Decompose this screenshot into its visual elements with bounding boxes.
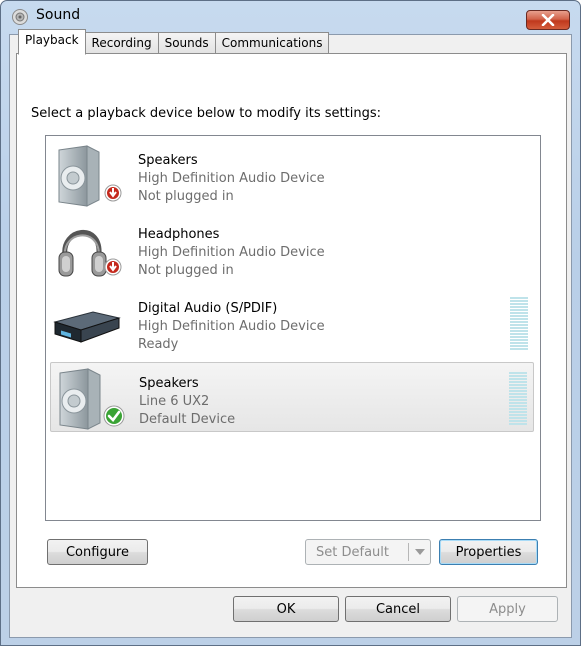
device-item-headphones[interactable]: Headphones High Definition Audio Device … — [50, 214, 534, 284]
device-item-digital-audio[interactable]: Digital Audio (S/PDIF) High Definition A… — [50, 288, 534, 358]
device-driver: High Definition Audio Device — [138, 245, 325, 260]
device-item-speakers-line6[interactable]: Speakers Line 6 UX2 Default Device — [50, 362, 534, 432]
unplugged-badge-icon — [104, 258, 122, 276]
tab-recording[interactable]: Recording — [84, 32, 159, 54]
device-name: Headphones — [138, 227, 220, 242]
title-bar[interactable]: Sound — [1, 1, 580, 33]
device-driver: Line 6 UX2 — [139, 394, 210, 409]
device-driver: High Definition Audio Device — [138, 171, 325, 186]
tab-strip: Playback Recording Sounds Communications — [18, 29, 330, 55]
level-meter — [510, 297, 528, 351]
set-default-split-button: Set Default — [305, 539, 431, 565]
digital-receiver-icon — [53, 311, 121, 343]
default-check-badge-icon — [103, 405, 125, 427]
set-default-label: Set Default — [316, 544, 389, 560]
unplugged-badge-icon — [104, 184, 122, 202]
device-status: Default Device — [139, 412, 236, 427]
tab-sounds[interactable]: Sounds — [157, 32, 216, 54]
chevron-down-icon — [414, 549, 425, 555]
sound-dialog-window: Sound Playback Recording Sounds Communic… — [0, 0, 581, 646]
device-text: Speakers Line 6 UX2 Default Device — [139, 375, 235, 429]
device-text: Digital Audio (S/PDIF) High Definition A… — [138, 300, 325, 354]
device-item-speakers-hd[interactable]: Speakers High Definition Audio Device No… — [50, 140, 534, 210]
close-button[interactable] — [526, 10, 570, 30]
window-title: Sound — [36, 7, 81, 23]
apply-button: Apply — [457, 596, 558, 622]
device-name: Speakers — [139, 376, 199, 391]
properties-button[interactable]: Properties — [439, 539, 538, 565]
device-status: Not plugged in — [138, 189, 234, 204]
tab-playback[interactable]: Playback — [18, 29, 86, 55]
configure-button[interactable]: Configure — [47, 539, 148, 565]
close-icon — [541, 14, 555, 26]
device-name: Speakers — [138, 153, 198, 168]
cancel-button[interactable]: Cancel — [345, 596, 451, 622]
device-driver: High Definition Audio Device — [138, 319, 325, 334]
set-default-dropdown-arrow — [408, 543, 430, 561]
ok-button[interactable]: OK — [233, 596, 339, 622]
tab-communications[interactable]: Communications — [214, 32, 330, 54]
device-text: Speakers High Definition Audio Device No… — [138, 152, 325, 206]
playback-device-list[interactable]: Speakers High Definition Audio Device No… — [45, 135, 541, 521]
device-text: Headphones High Definition Audio Device … — [138, 226, 325, 280]
device-name: Digital Audio (S/PDIF) — [138, 301, 278, 316]
sound-app-icon — [12, 9, 28, 25]
instruction-text: Select a playback device below to modify… — [31, 106, 381, 121]
device-status: Ready — [138, 337, 179, 352]
device-status: Not plugged in — [138, 263, 234, 278]
level-meter — [509, 372, 527, 426]
